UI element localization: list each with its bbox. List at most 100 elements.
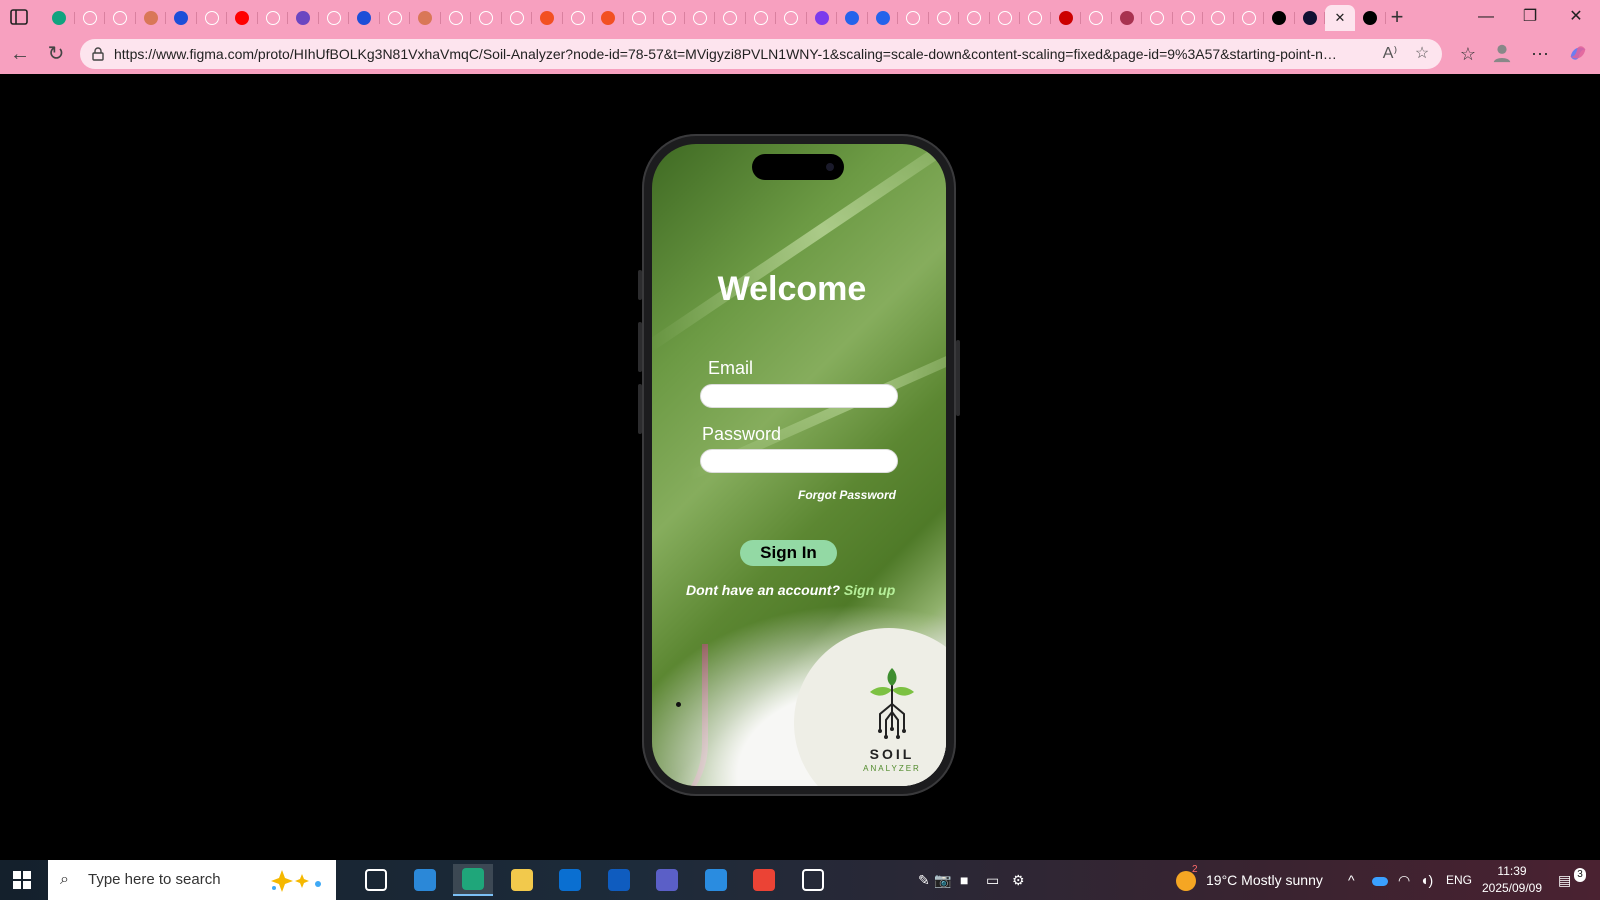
browser-tab[interactable] [868, 5, 899, 31]
browser-tab[interactable]: ✕ [1325, 5, 1355, 31]
taskbar-app[interactable] [550, 864, 590, 896]
browser-tab[interactable] [837, 5, 868, 31]
taskbar-app[interactable] [405, 864, 445, 896]
browser-tab[interactable] [1264, 5, 1295, 31]
network-icon[interactable]: ◠ [1398, 860, 1410, 900]
browser-tab[interactable] [1081, 5, 1112, 31]
taskbar-app[interactable] [599, 864, 639, 896]
tray-video-icon[interactable]: ■ [960, 860, 968, 900]
phone-side-button [638, 322, 642, 372]
browser-tab[interactable] [807, 5, 838, 31]
settings-icon [801, 869, 824, 891]
browser-tab[interactable] [197, 5, 228, 31]
tray-settings-icon[interactable]: ⚙ [1012, 860, 1025, 900]
taskbar-app[interactable] [502, 864, 542, 896]
browser-tab[interactable] [685, 5, 716, 31]
shield-icon [174, 11, 189, 25]
restore-button[interactable]: ❐ [1518, 6, 1542, 28]
browser-tab[interactable] [441, 5, 472, 31]
microsoft-icon [601, 11, 616, 25]
taskbar-app[interactable] [453, 864, 493, 896]
password-field[interactable] [700, 449, 898, 473]
browser-tab[interactable] [990, 5, 1021, 31]
tray-window-icon[interactable]: ▭ [986, 860, 999, 900]
back-button[interactable]: ← [8, 42, 32, 66]
windows-start-icon[interactable] [12, 870, 32, 890]
browser-tab[interactable] [105, 5, 136, 31]
browser-tab[interactable] [1051, 5, 1082, 31]
taskbar-app[interactable] [696, 864, 736, 896]
browser-tab[interactable] [349, 5, 380, 31]
browser-tab[interactable] [898, 5, 929, 31]
window-close-button[interactable]: ✕ [1564, 6, 1588, 28]
browser-tab[interactable] [380, 5, 411, 31]
close-icon[interactable]: ✕ [1333, 11, 1347, 25]
browser-tab[interactable] [502, 5, 533, 31]
reload-button[interactable]: ↻ [44, 42, 68, 66]
clock-time: 11:39 [1497, 864, 1527, 878]
url-text[interactable]: https://www.figma.com/proto/HIhUfBOLKg3N… [114, 39, 1344, 69]
read-aloud-icon[interactable]: A⁾ [1380, 44, 1400, 64]
copilot-icon[interactable] [1566, 42, 1590, 66]
browser-tab[interactable] [288, 5, 319, 31]
profile-avatar[interactable] [1490, 42, 1514, 66]
onedrive-icon[interactable] [1372, 860, 1388, 900]
address-bar[interactable]: https://www.figma.com/proto/HIhUfBOLKg3N… [80, 39, 1442, 69]
vscode-icon [704, 869, 727, 891]
browser-tab[interactable] [1355, 5, 1386, 31]
favorites-icon[interactable]: ☆ [1456, 42, 1480, 66]
browser-tab[interactable] [715, 5, 746, 31]
browser-tab[interactable] [1142, 5, 1173, 31]
sidebar-toggle-icon[interactable] [10, 8, 28, 26]
browser-tab[interactable] [136, 5, 167, 31]
taskbar-app[interactable] [647, 864, 687, 896]
taskbar-app[interactable] [793, 864, 833, 896]
welcome-heading: Welcome [717, 270, 867, 308]
sign-up-link[interactable]: Sign up [844, 582, 895, 598]
browser-tab[interactable] [1173, 5, 1204, 31]
browser-tab[interactable] [1112, 5, 1143, 31]
browser-tab[interactable] [410, 5, 441, 31]
browser-tab[interactable] [1020, 5, 1051, 31]
browser-tab[interactable] [44, 5, 75, 31]
weather-text[interactable]: 19°C Mostly sunny [1206, 860, 1323, 900]
language-indicator[interactable]: ENG [1446, 860, 1472, 900]
browser-tab[interactable] [929, 5, 960, 31]
forgot-password-link[interactable]: Forgot Password [798, 488, 896, 502]
browser-tab[interactable] [258, 5, 289, 31]
tray-pen-icon[interactable]: ✎ [918, 860, 930, 900]
browser-tab[interactable] [166, 5, 197, 31]
browser-tab[interactable] [1203, 5, 1234, 31]
taskbar-app[interactable] [356, 864, 396, 896]
email-field[interactable] [700, 384, 898, 408]
new-tab-button[interactable]: + [1386, 6, 1408, 28]
email-label: Email [708, 358, 754, 378]
browser-tab[interactable] [319, 5, 350, 31]
browser-tab[interactable] [471, 5, 502, 31]
favorite-star-icon[interactable]: ☆ [1412, 44, 1432, 64]
browser-tab[interactable] [532, 5, 563, 31]
taskbar-search-box[interactable]: ⌕ Type here to search [48, 860, 336, 900]
browser-tab[interactable] [563, 5, 594, 31]
browser-tab[interactable] [959, 5, 990, 31]
browser-tab[interactable] [654, 5, 685, 31]
notifications-icon[interactable]: ▤ [1558, 860, 1571, 900]
browser-tab[interactable] [746, 5, 777, 31]
clock[interactable]: 11:39 2025/09/09 [1476, 863, 1548, 897]
browser-tab[interactable] [227, 5, 258, 31]
taskbar-app[interactable] [744, 864, 784, 896]
browser-tab[interactable] [1295, 5, 1326, 31]
more-menu-icon[interactable]: ⋯ [1528, 42, 1552, 66]
phone-side-button [956, 340, 960, 416]
browser-tab[interactable] [776, 5, 807, 31]
globe-icon [265, 11, 280, 25]
volume-icon[interactable]: ◖) [1420, 860, 1433, 900]
browser-tab[interactable] [75, 5, 106, 31]
browser-tab[interactable] [624, 5, 655, 31]
tray-camera-icon[interactable]: 📷 [934, 860, 951, 900]
minimize-button[interactable]: — [1474, 6, 1498, 28]
browser-tab[interactable] [593, 5, 624, 31]
browser-tab[interactable] [1234, 5, 1265, 31]
sign-in-button[interactable]: Sign In [740, 540, 837, 566]
show-hidden-icons-icon[interactable]: ^ [1348, 860, 1355, 900]
